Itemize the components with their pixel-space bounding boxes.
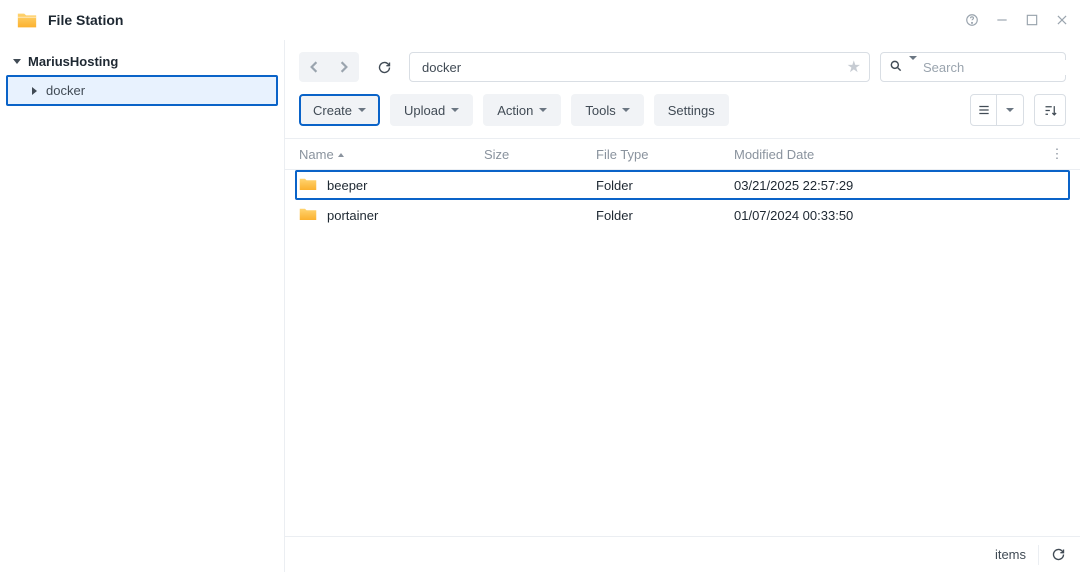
upload-label: Upload — [404, 103, 445, 118]
sidebar: MariusHosting docker — [0, 40, 285, 572]
view-dropdown-button[interactable] — [997, 95, 1023, 125]
table-body: beeper Folder03/21/2025 22:57:29 portainer… — [285, 170, 1080, 536]
items-label: items — [995, 547, 1026, 562]
column-name[interactable]: Name — [299, 147, 484, 162]
search-input[interactable] — [923, 60, 1080, 75]
folder-icon — [299, 176, 317, 195]
create-button[interactable]: Create — [299, 94, 380, 126]
settings-button[interactable]: Settings — [654, 94, 729, 126]
path-input[interactable]: docker ★ — [409, 52, 870, 82]
column-size[interactable]: Size — [484, 147, 596, 162]
search-box[interactable] — [880, 52, 1066, 82]
cell-name: portainer — [299, 206, 484, 225]
window-controls — [964, 12, 1070, 28]
caret-down-icon — [358, 108, 366, 112]
status-refresh-button[interactable] — [1038, 545, 1066, 565]
minimize-icon[interactable] — [994, 12, 1010, 28]
nav-forward-button[interactable] — [329, 52, 359, 82]
tree-root-label: MariusHosting — [28, 54, 118, 69]
column-more-icon[interactable]: ⋮ — [1048, 146, 1066, 162]
sort-asc-icon — [338, 153, 344, 157]
nav-back-button[interactable] — [299, 52, 329, 82]
settings-label: Settings — [668, 103, 715, 118]
cell-name: beeper — [299, 176, 484, 195]
caret-down-icon — [451, 108, 459, 112]
table-row[interactable]: beeper Folder03/21/2025 22:57:29 — [295, 170, 1070, 200]
file-name: beeper — [327, 178, 367, 193]
statusbar: items — [285, 536, 1080, 572]
column-date[interactable]: Modified Date — [734, 147, 1048, 162]
app-title: File Station — [48, 12, 964, 28]
tools-label: Tools — [585, 103, 615, 118]
view-mode-switch — [970, 94, 1024, 126]
caret-down-icon — [622, 108, 630, 112]
cell-type: Folder — [596, 208, 734, 223]
action-label: Action — [497, 103, 533, 118]
nav-button-group — [299, 52, 359, 82]
upload-button[interactable]: Upload — [390, 94, 473, 126]
tree-item-label: docker — [46, 83, 85, 98]
close-icon[interactable] — [1054, 12, 1070, 28]
caret-down-icon — [539, 108, 547, 112]
list-view-button[interactable] — [971, 95, 997, 125]
search-icon — [889, 59, 903, 76]
favorite-icon[interactable]: ★ — [847, 57, 861, 77]
folder-icon — [299, 206, 317, 225]
action-button[interactable]: Action — [483, 94, 561, 126]
chevron-down-icon — [12, 57, 24, 67]
maximize-icon[interactable] — [1024, 12, 1040, 28]
search-caret-icon[interactable] — [909, 60, 917, 75]
chevron-right-icon — [30, 86, 42, 96]
path-text: docker — [422, 60, 847, 75]
table-row[interactable]: portainer Folder01/07/2024 00:33:50 — [299, 200, 1066, 230]
create-label: Create — [313, 103, 352, 118]
help-icon[interactable] — [964, 12, 980, 28]
cell-type: Folder — [596, 178, 734, 193]
tree-item-docker[interactable]: docker — [6, 75, 278, 106]
cell-date: 01/07/2024 00:33:50 — [734, 208, 1066, 223]
sort-button[interactable] — [1034, 94, 1066, 126]
column-type[interactable]: File Type — [596, 147, 734, 162]
table-header: Name Size File Type Modified Date ⋮ — [285, 138, 1080, 170]
file-name: portainer — [327, 208, 378, 223]
titlebar: File Station — [0, 0, 1080, 40]
refresh-button[interactable] — [369, 52, 399, 82]
cell-date: 03/21/2025 22:57:29 — [734, 178, 1066, 193]
app-icon — [16, 9, 38, 31]
tree-root[interactable]: MariusHosting — [6, 50, 278, 73]
tools-button[interactable]: Tools — [571, 94, 643, 126]
